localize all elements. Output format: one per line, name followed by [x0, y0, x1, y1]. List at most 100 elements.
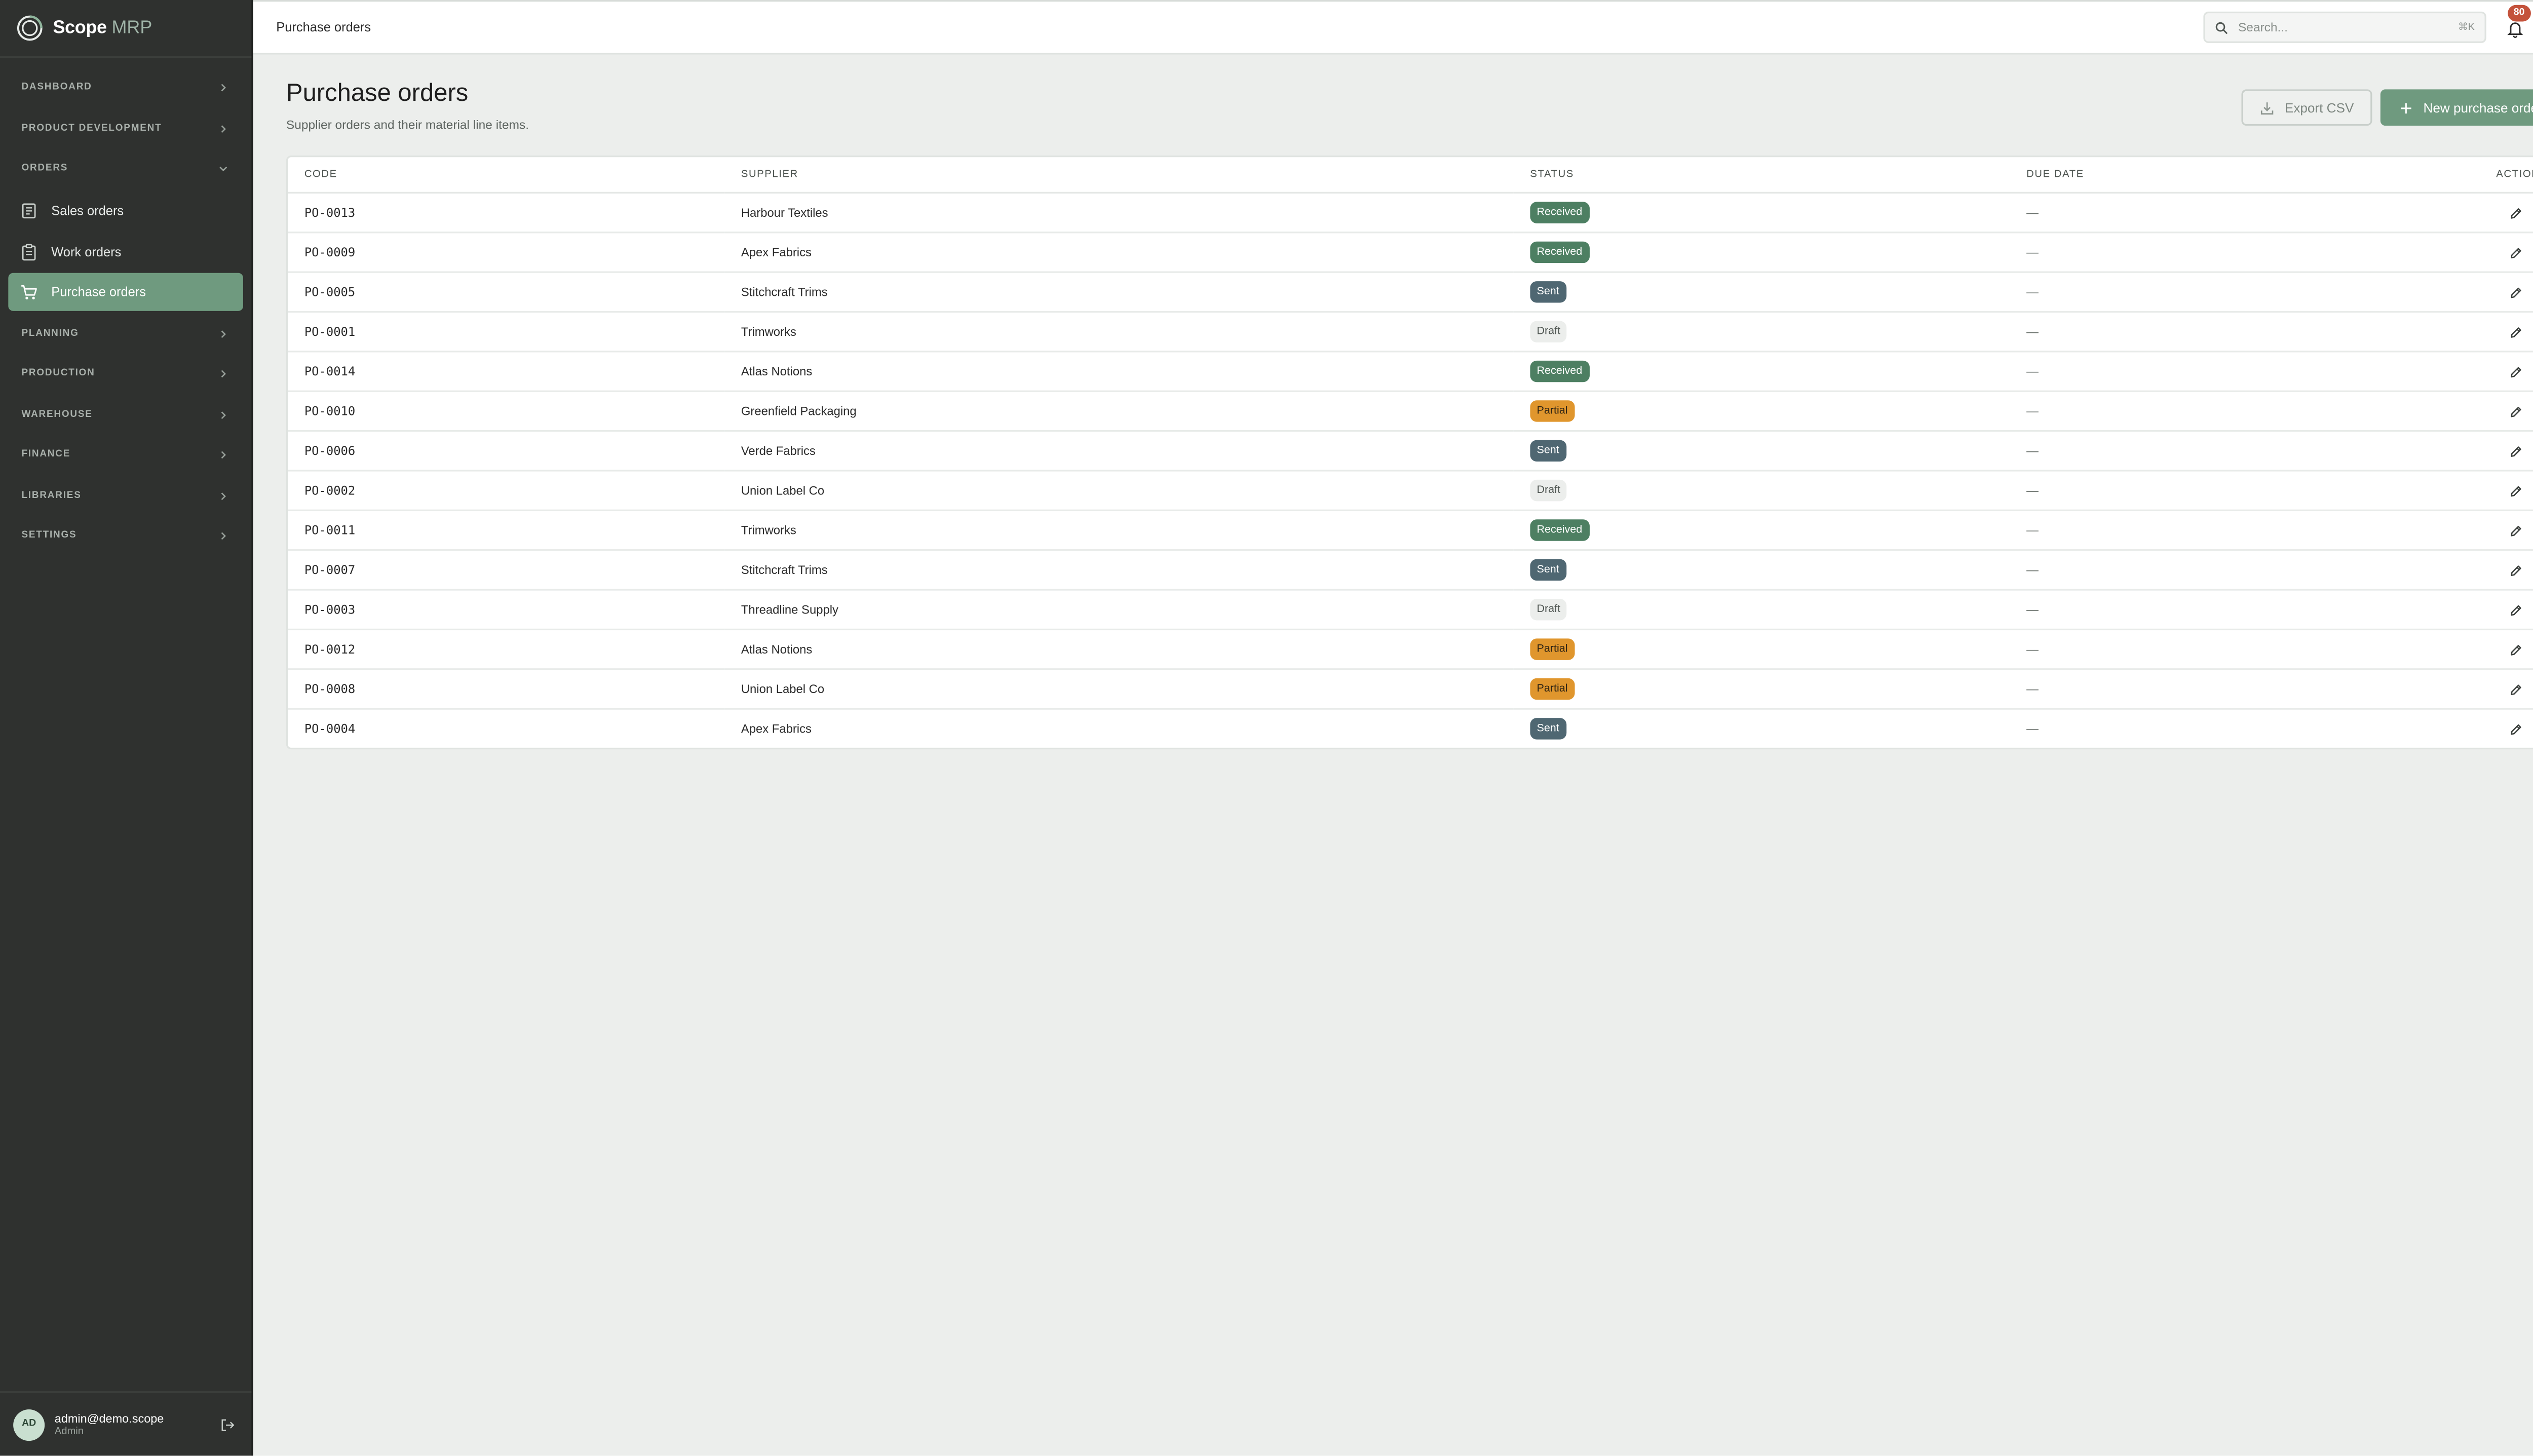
status-badge: Partial	[1530, 638, 1575, 660]
receipt-icon	[22, 203, 36, 219]
nav-section-warehouse[interactable]: WAREHOUSE	[0, 395, 251, 435]
page-actions: Export CSV New purchase order	[2241, 89, 2533, 126]
order-code: PO-0009	[288, 232, 725, 273]
sidebar: Scope MRP DASHBOARD PRODUCT DEVELOPMENT …	[0, 0, 253, 1456]
due-date: —	[2010, 391, 2407, 432]
nav-section-dashboard[interactable]: DASHBOARD	[0, 68, 251, 108]
table-row[interactable]: PO-0002 Union Label Co Draft —	[288, 470, 2533, 511]
supplier-name: Threadline Supply	[724, 590, 1514, 631]
supplier-name: Union Label Co	[724, 470, 1514, 511]
notification-count-badge: 80	[2508, 4, 2530, 21]
status-cell: Received	[1513, 232, 2010, 273]
table-row[interactable]: PO-0010 Greenfield Packaging Partial —	[288, 391, 2533, 432]
edit-icon[interactable]	[2509, 564, 2522, 578]
table-row[interactable]: PO-0011 Trimworks Received —	[288, 510, 2533, 551]
sidebar-item-sales-orders[interactable]: Sales orders	[8, 192, 243, 230]
main-content: Purchase orders ⌘K 80	[253, 0, 2533, 1455]
nav-section-label: LIBRARIES	[21, 490, 82, 501]
topbar: Purchase orders ⌘K 80	[253, 0, 2533, 55]
nav-section-libraries[interactable]: LIBRARIES	[0, 476, 251, 516]
nav-section-label: SETTINGS	[21, 531, 77, 542]
chevron-right-icon	[221, 125, 226, 133]
bell-icon	[2507, 21, 2523, 37]
table-row[interactable]: PO-0003 Threadline Supply Draft —	[288, 590, 2533, 631]
edit-icon[interactable]	[2509, 286, 2522, 299]
status-badge: Sent	[1530, 281, 1566, 303]
edit-icon[interactable]	[2509, 405, 2522, 418]
table-row[interactable]: PO-0001 Trimworks Draft —	[288, 312, 2533, 353]
row-actions	[2407, 232, 2533, 273]
column-header-code[interactable]: CODE	[288, 157, 725, 194]
supplier-name: Apex Fabrics	[724, 232, 1514, 273]
nav-section-settings[interactable]: SETTINGS	[0, 516, 251, 557]
logout-icon[interactable]	[220, 1417, 235, 1432]
nav-section-finance[interactable]: FINANCE	[0, 435, 251, 476]
notifications-button[interactable]: 80	[2506, 4, 2530, 39]
order-code: PO-0003	[288, 590, 725, 631]
sidebar-item-work-orders[interactable]: Work orders	[8, 233, 243, 271]
table-row[interactable]: PO-0008 Union Label Co Partial —	[288, 669, 2533, 710]
due-date: —	[2010, 590, 2407, 631]
status-badge: Draft	[1530, 479, 1567, 502]
export-csv-button[interactable]: Export CSV	[2241, 89, 2372, 126]
table-row[interactable]: PO-0013 Harbour Textiles Received —	[288, 193, 2533, 234]
edit-icon[interactable]	[2509, 247, 2522, 260]
nav-section-production[interactable]: PRODUCTION	[0, 354, 251, 395]
table-row[interactable]: PO-0005 Stitchcraft Trims Sent —	[288, 272, 2533, 313]
nav-section-planning[interactable]: PLANNING	[0, 314, 251, 354]
user-info: admin@demo.scope Admin	[55, 1410, 220, 1438]
brand-suffix: MRP	[111, 18, 152, 39]
table-row[interactable]: PO-0007 Stitchcraft Trims Sent —	[288, 550, 2533, 591]
edit-icon[interactable]	[2509, 207, 2522, 220]
supplier-name: Trimworks	[724, 510, 1514, 551]
column-header-due-date[interactable]: DUE DATE	[2010, 157, 2407, 194]
chevron-right-icon	[221, 451, 226, 459]
order-code: PO-0007	[288, 550, 725, 591]
nav-section-product-development[interactable]: PRODUCT DEVELOPMENT	[0, 108, 251, 149]
supplier-name: Stitchcraft Trims	[724, 272, 1514, 313]
row-actions	[2407, 470, 2533, 511]
status-cell: Draft	[1513, 470, 2010, 511]
edit-icon[interactable]	[2509, 485, 2522, 498]
row-actions	[2407, 510, 2533, 551]
new-purchase-order-button[interactable]: New purchase order	[2380, 89, 2533, 126]
sidebar-item-label: Sales orders	[51, 203, 124, 219]
due-date: —	[2010, 232, 2407, 273]
order-code: PO-0002	[288, 470, 725, 511]
sidebar-nav: DASHBOARD PRODUCT DEVELOPMENT ORDERS Sal…	[0, 58, 251, 556]
edit-icon[interactable]	[2509, 683, 2522, 697]
table-row[interactable]: PO-0009 Apex Fabrics Received —	[288, 232, 2533, 273]
order-code: PO-0001	[288, 312, 725, 353]
search-input[interactable]	[2238, 20, 2459, 35]
cart-icon	[21, 285, 37, 299]
sidebar-item-label: Work orders	[51, 244, 122, 259]
nav-section-label: ORDERS	[21, 164, 68, 174]
order-code: PO-0013	[288, 193, 725, 234]
nav-section-label: PRODUCT DEVELOPMENT	[21, 124, 162, 134]
column-header-supplier[interactable]: SUPPLIER	[724, 157, 1514, 194]
table-row[interactable]: PO-0004 Apex Fabrics Sent —	[288, 709, 2533, 748]
edit-icon[interactable]	[2509, 524, 2522, 538]
supplier-name: Trimworks	[724, 312, 1514, 353]
edit-icon[interactable]	[2509, 643, 2522, 657]
edit-icon[interactable]	[2509, 445, 2522, 458]
table-row[interactable]: PO-0014 Atlas Notions Received —	[288, 351, 2533, 392]
edit-icon[interactable]	[2509, 723, 2522, 736]
edit-icon[interactable]	[2509, 366, 2522, 379]
column-header-status[interactable]: STATUS	[1513, 157, 2010, 194]
avatar[interactable]: AD	[13, 1408, 45, 1440]
nav-section-orders[interactable]: ORDERS	[0, 149, 251, 189]
edit-icon[interactable]	[2509, 326, 2522, 339]
table-row[interactable]: PO-0012 Atlas Notions Partial —	[288, 629, 2533, 670]
sidebar-item-purchase-orders[interactable]: Purchase orders	[8, 273, 243, 311]
brand[interactable]: Scope MRP	[0, 0, 252, 58]
clipboard-icon	[22, 243, 36, 260]
edit-icon[interactable]	[2509, 604, 2522, 617]
table-row[interactable]: PO-0006 Verde Fabrics Sent —	[288, 431, 2533, 472]
app-window: Scope MRP DASHBOARD PRODUCT DEVELOPMENT …	[0, 0, 2533, 1456]
new-purchase-order-label: New purchase order	[2423, 100, 2533, 115]
status-badge: Draft	[1530, 599, 1567, 621]
search-box[interactable]: ⌘K	[2203, 11, 2486, 43]
order-code: PO-0010	[288, 391, 725, 432]
due-date: —	[2010, 272, 2407, 313]
